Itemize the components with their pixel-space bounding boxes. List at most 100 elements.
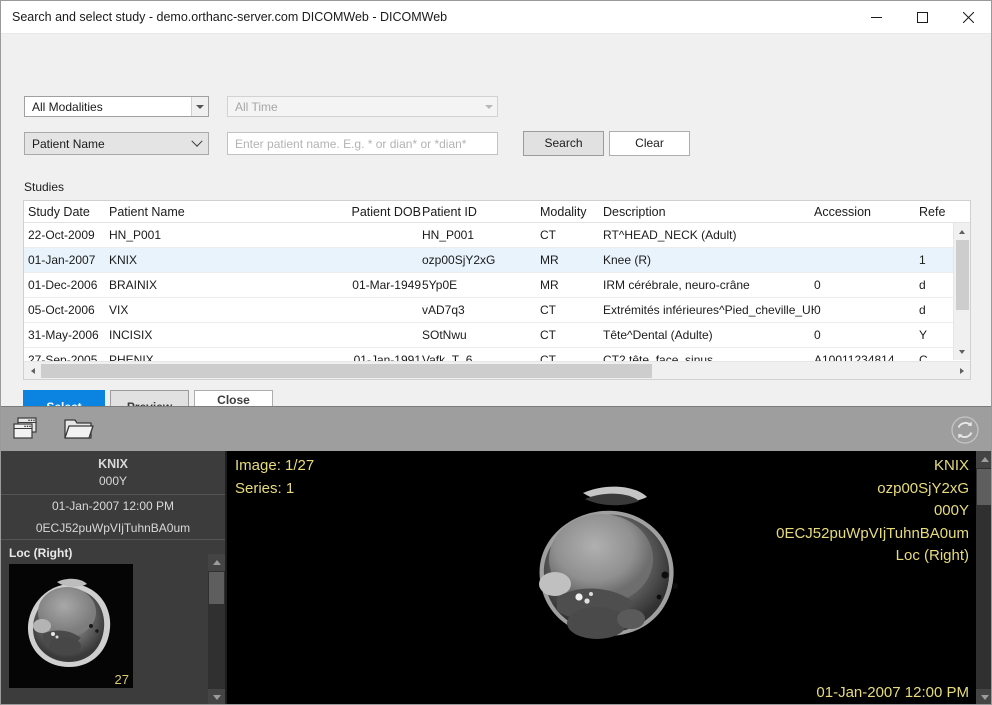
arrow-down-icon (212, 695, 221, 700)
close-button[interactable] (945, 1, 991, 34)
study-meta: 01-Jan-2007 12:00 PM 0ECJ52puWpVIjTuhnBA… (1, 495, 225, 540)
modality-dropdown-button[interactable] (191, 97, 208, 116)
cell-patient-dob: 01-Mar-1949 (352, 278, 421, 292)
column-header-patient-dob[interactable]: Patient DOB (324, 205, 422, 219)
cell-modality: MR (540, 253, 559, 267)
study-datetime: 01-Jan-2007 12:00 PM (51, 499, 175, 513)
column-header-description[interactable]: Description (603, 205, 814, 219)
cell-study-date: 01-Jan-2007 (28, 253, 96, 267)
maximize-button[interactable] (899, 1, 945, 34)
search-button[interactable]: Search (523, 131, 604, 156)
cell-modality: MR (540, 278, 559, 292)
patient-name-placeholder: Enter patient name. E.g. * or dian* or *… (235, 136, 467, 151)
close-icon (962, 12, 974, 23)
cell-description: Knee (R) (603, 253, 652, 267)
clear-button[interactable]: Clear (609, 131, 690, 156)
column-header-accession[interactable]: Accession (814, 205, 919, 219)
cell-patient-name: BRAINIX (109, 278, 158, 292)
scroll-left-button[interactable] (24, 367, 41, 374)
studies-table-header: Study Date Patient Name Patient DOB Pati… (24, 201, 970, 223)
cell-study-date: 01-Dec-2006 (28, 278, 98, 292)
application-window: Search and select study - demo.orthanc-s… (0, 0, 992, 705)
modality-select-value: All Modalities (32, 99, 103, 114)
series-label: Loc (Right) (9, 546, 73, 560)
study-patient-age: 000Y (98, 474, 128, 488)
studies-table: Study Date Patient Name Patient DOB Pati… (23, 200, 971, 380)
series-thumbnail-image[interactable] (9, 564, 133, 688)
arrow-right-icon (959, 367, 964, 374)
image-scroll-up-button[interactable] (976, 451, 991, 468)
time-range-select[interactable]: All Time (227, 96, 498, 117)
search-panel: All Modalities All Time Patient Name Ent… (1, 34, 991, 425)
viewer-toolbar (1, 406, 991, 451)
study-header: KNIX 000Y (1, 451, 225, 495)
cell-study-date: 05-Oct-2006 (28, 303, 95, 317)
search-field-select[interactable]: Patient Name (24, 132, 209, 155)
column-header-patient-id[interactable]: Patient ID (422, 205, 540, 219)
refresh-button[interactable] (950, 415, 980, 450)
arrow-left-icon (30, 367, 35, 374)
studies-table-vertical-scrollbar[interactable] (953, 223, 970, 360)
window-controls (853, 1, 991, 34)
table-row[interactable]: 31-May-2006 INCISIX SOtNwu CT Tête^Dental (A… (24, 323, 970, 348)
table-row[interactable]: 01-Jan-2007 KNIX ozp00SjY2xG MR Knee (R) 1 (24, 248, 970, 273)
cell-patient-id: SOtNwu (422, 328, 467, 342)
column-header-patient-name[interactable]: Patient Name (109, 205, 324, 219)
series-scroll-up-button[interactable] (208, 554, 225, 571)
arrow-up-icon (959, 229, 965, 234)
minimize-icon (870, 17, 882, 18)
column-header-study-date[interactable]: Study Date (24, 205, 109, 219)
cell-modality: CT (540, 328, 556, 342)
studies-table-body: 22-Oct-2009 HN_P001 HN_P001 CT RT^HEAD_NECK … (24, 223, 970, 373)
cell-patient-id: ozp00SjY2xG (422, 253, 496, 267)
time-range-dropdown-button[interactable] (480, 104, 497, 109)
series-panel-scrollbar[interactable] (208, 554, 225, 704)
table-row[interactable]: 01-Dec-2006 BRAINIX 01-Mar-1949 5Yp0E MR IRM … (24, 273, 970, 298)
scroll-right-button[interactable] (953, 367, 970, 374)
horizontal-scroll-track[interactable] (41, 362, 953, 379)
viewer-body: KNIX 000Y 01-Jan-2007 12:00 PM 0ECJ52puW… (1, 451, 991, 704)
image-viewer-scrollbar[interactable] (976, 451, 991, 704)
studies-section-label: Studies (24, 180, 65, 194)
cell-patient-id: 5Yp0E (422, 278, 458, 292)
series-scrollbar-thumb[interactable] (209, 572, 224, 604)
modality-select[interactable]: All Modalities (24, 96, 209, 117)
studies-table-horizontal-scrollbar[interactable] (24, 361, 970, 379)
cell-accession: 0 (814, 278, 821, 292)
table-row[interactable]: 22-Oct-2009 HN_P001 HN_P001 CT RT^HEAD_NECK … (24, 223, 970, 248)
cell-study-date: 31-May-2006 (28, 328, 99, 342)
series-thumbnail[interactable]: 27 (9, 564, 133, 688)
cell-study-date: 22-Oct-2009 (28, 228, 95, 242)
thumbnail-image-count: 27 (114, 672, 129, 687)
series-panel: KNIX 000Y 01-Jan-2007 12:00 PM 0ECJ52puW… (1, 451, 227, 704)
window-title: Search and select study - demo.orthanc-s… (12, 10, 448, 24)
minimize-button[interactable] (853, 1, 899, 34)
study-uid: 0ECJ52puWpVIjTuhnBA0um (35, 521, 191, 535)
cell-patient-id: HN_P001 (422, 228, 475, 242)
column-header-referring[interactable]: Refe (919, 205, 967, 219)
mri-thumbnail-icon (9, 564, 133, 688)
scroll-up-button[interactable] (954, 223, 970, 240)
mri-main-image (227, 451, 991, 704)
windows-cascade-icon (13, 417, 37, 439)
layout-button[interactable] (12, 415, 44, 450)
chevron-down-icon (196, 104, 204, 109)
cell-description: Tête^Dental (Adulte) (603, 328, 713, 342)
title-bar: Search and select study - demo.orthanc-s… (1, 1, 991, 34)
series-scroll-down-button[interactable] (208, 689, 225, 704)
cell-accession: 0 (814, 328, 821, 342)
image-scrollbar-thumb[interactable] (977, 469, 991, 505)
cell-patient-name: VIX (109, 303, 129, 317)
scroll-down-button[interactable] (954, 343, 970, 360)
image-viewport[interactable]: Image: 1/27 Series: 1 KNIX ozp00SjY2xG 0… (227, 451, 991, 704)
patient-name-input[interactable]: Enter patient name. E.g. * or dian* or *… (227, 132, 498, 155)
open-folder-button[interactable] (63, 415, 95, 450)
time-range-select-value: All Time (235, 99, 278, 114)
image-scroll-down-button[interactable] (976, 689, 991, 704)
horizontal-scrollbar-thumb[interactable] (41, 364, 653, 378)
search-field-dropdown-button[interactable] (186, 135, 208, 148)
column-header-modality[interactable]: Modality (540, 205, 603, 219)
table-row[interactable]: 05-Oct-2006 VIX vAD7q3 CT Extrémités inférie… (24, 298, 970, 323)
scrollbar-thumb[interactable] (956, 240, 969, 310)
cell-patient-name: HN_P001 (109, 228, 162, 242)
